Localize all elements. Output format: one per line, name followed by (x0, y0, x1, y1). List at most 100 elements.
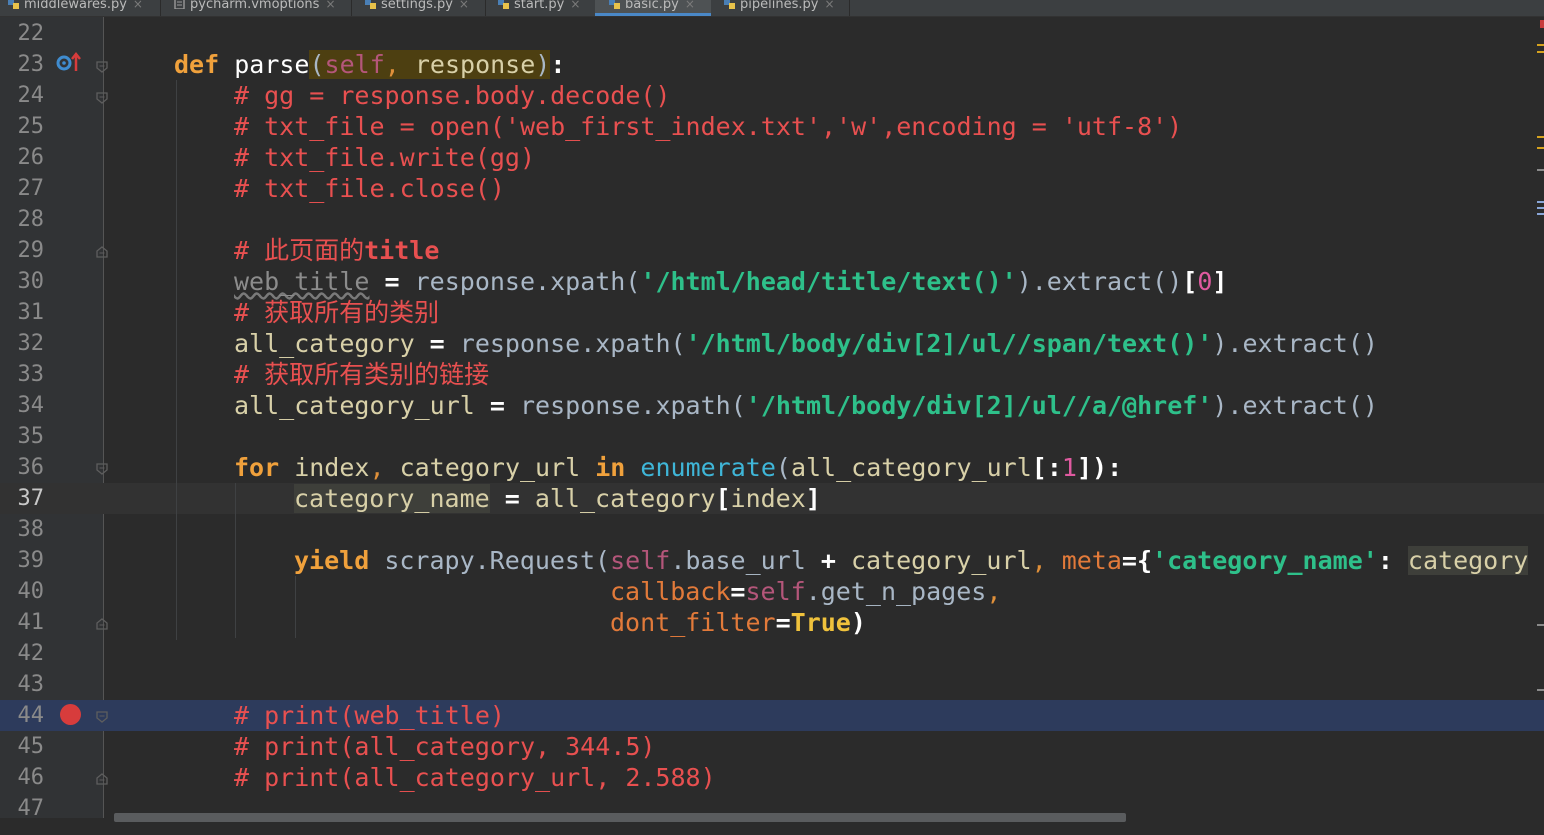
marker[interactable] (1537, 689, 1544, 691)
paren: ) (850, 608, 866, 637)
code-line-31[interactable]: # 获取所有的类别 (234, 297, 439, 328)
code-line-46[interactable]: # print(all_category_url, 2.588) (234, 762, 716, 793)
error-marker[interactable] (1540, 20, 1544, 28)
close-icon[interactable]: × (570, 0, 580, 11)
call: scrapy.Request( (369, 546, 611, 575)
tab-middlewares[interactable]: middlewares.py × (8, 0, 143, 16)
keyword-for: for (234, 453, 280, 482)
close-icon[interactable]: × (459, 0, 469, 11)
comma: , (986, 577, 1002, 606)
string-literal: '/html/body/div[2]/ul//span/text()' (685, 329, 1213, 358)
keyword-argument: dont_filter (610, 608, 776, 637)
fold-marker-icon[interactable] (96, 243, 108, 258)
response-param: response (399, 50, 536, 79)
warning-marker[interactable] (1537, 147, 1544, 149)
assign: = (1121, 546, 1137, 575)
text-file-icon (174, 0, 185, 9)
code-line-39[interactable]: yield scrapy.Request(self.base_url + cat… (294, 545, 1529, 576)
paren: ) (535, 50, 551, 79)
code-line-26[interactable]: # txt_file.write(gg) (234, 142, 535, 173)
warning-marker[interactable] (1537, 44, 1544, 46)
variable-highlighted: category (1407, 546, 1529, 575)
code-line-41[interactable]: dont_filter=True) (610, 607, 866, 638)
comma: , (1031, 546, 1047, 575)
line-number: 41 (17, 610, 45, 635)
boolean-literal: True (790, 608, 851, 637)
assign: = (730, 577, 746, 606)
tab-pipelines[interactable]: pipelines.py × (724, 0, 835, 16)
line-number: 28 (17, 207, 45, 232)
close-icon[interactable]: × (685, 0, 695, 11)
slice-colon: : (1046, 453, 1062, 482)
warning-marker[interactable] (1537, 51, 1544, 53)
variable: all_category_url (234, 391, 475, 420)
code-line-29[interactable]: # 此页面的title (234, 235, 439, 266)
bracket: ] (1212, 267, 1228, 296)
line-number: 46 (17, 765, 45, 790)
warning-marker[interactable] (1537, 136, 1544, 138)
string-literal: 'category_name' (1152, 546, 1378, 575)
tab-label: pycharm.vmoptions (190, 0, 320, 12)
code-line-23[interactable]: def parse(self, response): (174, 49, 565, 80)
colon: : (1377, 546, 1408, 575)
code-line-24[interactable]: # gg = response.body.decode() (234, 80, 671, 111)
line-number: 27 (17, 176, 45, 201)
tab-label: start.py (514, 0, 565, 12)
fold-marker-icon[interactable] (96, 708, 108, 723)
fold-marker-icon[interactable] (96, 89, 108, 104)
code-line-45[interactable]: # print(all_category, 344.5) (234, 731, 655, 762)
close-icon[interactable]: × (325, 0, 335, 11)
fold-marker-icon[interactable] (96, 58, 108, 73)
editor-tab-bar: middlewares.py × pycharm.vmoptions × setti… (0, 0, 1544, 17)
code-line-44[interactable]: # print(web_title) (234, 700, 505, 731)
fold-marker-icon[interactable] (96, 460, 108, 475)
line-number-current: 37 (17, 486, 45, 511)
close-icon[interactable]: × (824, 0, 834, 11)
code-line-32[interactable]: all_category = response.xpath('/html/bod… (234, 328, 1378, 359)
tab-separator (351, 0, 352, 16)
marker[interactable] (1537, 207, 1544, 209)
fold-marker-icon[interactable] (96, 770, 108, 785)
bracket: [ (1031, 453, 1047, 482)
code-line-34[interactable]: all_category_url = response.xpath('/html… (234, 390, 1378, 421)
number-literal: 1 (1061, 453, 1077, 482)
code-line-36[interactable]: for index, category_url in enumerate(all… (234, 452, 1122, 483)
tab-settings[interactable]: settings.py × (365, 0, 469, 16)
marker[interactable] (1537, 201, 1544, 203)
assign: = (414, 329, 460, 358)
marker[interactable] (1537, 624, 1544, 626)
variable-highlighted: category_name (294, 484, 490, 513)
call: response.xpath( (519, 391, 746, 420)
line-number: 31 (17, 300, 45, 325)
override-method-icon[interactable] (56, 51, 84, 75)
tab-basic[interactable]: basic.py × (595, 0, 711, 16)
bracket: [ (715, 484, 731, 513)
bracket: [ (1182, 267, 1198, 296)
horizontal-scrollbar-thumb[interactable] (114, 813, 1126, 822)
tab-start[interactable]: start.py × (498, 0, 580, 16)
breakpoint-icon[interactable] (60, 704, 81, 725)
variable: all_category (534, 484, 716, 513)
python-file-icon (724, 0, 735, 9)
colon: : (550, 50, 566, 79)
paren: ( (309, 50, 325, 79)
line-number: 23 (17, 52, 45, 77)
variable: index (730, 484, 806, 513)
marker[interactable] (1537, 213, 1544, 215)
tab-pycharm-vmoptions[interactable]: pycharm.vmoptions × (174, 0, 336, 16)
parameter-list: (self, response) (309, 50, 551, 79)
line-number: 24 (17, 83, 45, 108)
code-line-25[interactable]: # txt_file = open('web_first_index.txt',… (234, 111, 1182, 142)
line-number: 47 (17, 796, 45, 821)
code-line-40[interactable]: callback=self.get_n_pages, (610, 576, 1001, 607)
code-line-30[interactable]: web_title = response.xpath('/html/head/t… (234, 266, 1227, 297)
line-number: 30 (17, 269, 45, 294)
code-line-37[interactable]: category_name = all_category[index] (294, 483, 821, 514)
fold-marker-icon[interactable] (96, 615, 108, 630)
call-rest: ).extract() (1212, 329, 1378, 358)
code-line-33[interactable]: # 获取所有类别的链接 (234, 359, 489, 390)
marker[interactable] (1537, 169, 1544, 171)
close-icon[interactable]: × (133, 0, 143, 11)
variable: category_url (835, 546, 1032, 575)
code-line-27[interactable]: # txt_file.close() (234, 173, 505, 204)
